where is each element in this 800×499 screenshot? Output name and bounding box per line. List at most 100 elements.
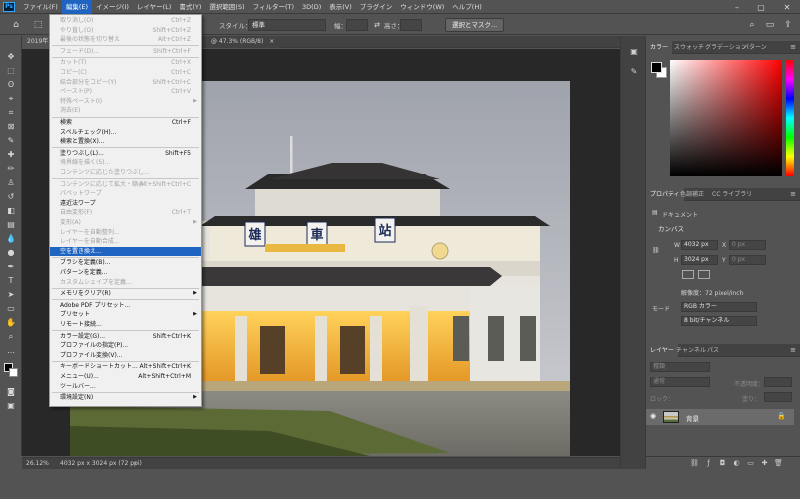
- menu-edit[interactable]: 編集(E): [61, 0, 92, 14]
- width-value-field[interactable]: 4032 px: [681, 240, 718, 250]
- edit-menu-item[interactable]: キーボードショートカット... Alt+Shift+Ctrl+K: [50, 362, 201, 372]
- canvas-section-header[interactable]: カンバス: [646, 223, 800, 235]
- tab-paths[interactable]: パス: [703, 344, 723, 357]
- edit-menu-item[interactable]: 検索 Ctrl+F: [50, 118, 201, 128]
- menu-select[interactable]: 選択範囲(S): [205, 0, 248, 14]
- add-mask-icon[interactable]: ◘: [718, 459, 727, 468]
- edit-menu-item[interactable]: ブラシを定義(B)...: [50, 258, 201, 268]
- menu-help[interactable]: ヘルプ(H): [448, 0, 485, 14]
- blend-mode-select[interactable]: 通常: [650, 377, 710, 387]
- fill-field[interactable]: [764, 392, 792, 402]
- dodge-tool-icon[interactable]: ●: [5, 247, 17, 258]
- adjustment-layer-icon[interactable]: ◐: [732, 459, 741, 468]
- history-panel-icon[interactable]: ▣: [628, 46, 640, 58]
- adjustments-panel-icon[interactable]: ✎: [628, 66, 640, 78]
- tab-patterns[interactable]: パターン: [739, 41, 771, 54]
- screen-mode-icon[interactable]: ▣: [5, 400, 17, 411]
- marquee-tool-icon[interactable]: ⬚: [5, 65, 17, 76]
- visibility-eye-icon[interactable]: ◉: [650, 412, 656, 420]
- edit-menu-item[interactable]: 空を置き換え...: [50, 246, 201, 257]
- document-tab-info[interactable]: @ 47.3% (RGB/8) ×: [206, 36, 280, 48]
- eraser-tool-icon[interactable]: ◧: [5, 205, 17, 216]
- edit-menu-item[interactable]: パターンを定義...: [50, 268, 201, 278]
- layer-style-icon[interactable]: ƒ: [704, 459, 713, 468]
- opacity-field[interactable]: [764, 377, 792, 387]
- mode-select[interactable]: RGB カラー: [681, 302, 757, 312]
- status-menu-arrow-icon[interactable]: ›: [134, 459, 137, 467]
- height-field[interactable]: [400, 19, 422, 31]
- layers-menu-icon[interactable]: ≡: [790, 346, 796, 354]
- path-selection-tool-icon[interactable]: ➤: [5, 289, 17, 300]
- height-value-field[interactable]: 3024 px: [681, 255, 718, 265]
- properties-menu-icon[interactable]: ≡: [790, 190, 796, 198]
- edit-menu-item[interactable]: Adobe PDF プリセット...: [50, 301, 201, 311]
- share-icon[interactable]: ⇪: [782, 19, 794, 31]
- maximize-icon[interactable]: ▢: [750, 0, 772, 14]
- select-and-mask-button[interactable]: 選択とマスク...: [445, 18, 505, 32]
- move-tool-icon[interactable]: ✥: [5, 51, 17, 62]
- portrait-orientation-icon[interactable]: [682, 270, 694, 279]
- type-tool-icon[interactable]: T: [5, 275, 17, 286]
- edit-menu-item[interactable]: リモート接続...: [50, 320, 201, 330]
- width-field[interactable]: [346, 19, 368, 31]
- y-value-field[interactable]: 0 px: [729, 255, 766, 265]
- layer-row-background[interactable]: ◉ 背景 🔒: [646, 409, 794, 425]
- color-field[interactable]: [670, 60, 782, 176]
- edit-menu-item[interactable]: 環境設定(N) ▶: [50, 393, 201, 403]
- lasso-tool-icon[interactable]: ʘ: [5, 79, 17, 90]
- background-color-swatch[interactable]: [9, 368, 18, 377]
- swap-icon[interactable]: ⇄: [371, 19, 383, 31]
- eyedropper-tool-icon[interactable]: ✎: [5, 135, 17, 146]
- color-panel-foreground-swatch[interactable]: [651, 62, 662, 73]
- tab-close-icon[interactable]: ×: [269, 38, 274, 45]
- menu-file[interactable]: ファイル(F): [19, 0, 62, 14]
- tab-cc-libraries[interactable]: CC ライブラリ: [708, 188, 756, 201]
- more-tools-icon[interactable]: …: [5, 345, 17, 356]
- frame-tool-icon[interactable]: ⊠: [5, 121, 17, 132]
- menu-layer[interactable]: レイヤー(L): [133, 0, 176, 14]
- edit-menu-item[interactable]: ツールバー...: [50, 382, 201, 392]
- bit-depth-select[interactable]: 8 bit/チャンネル: [681, 316, 757, 326]
- hand-tool-icon[interactable]: ✋: [5, 317, 17, 328]
- history-brush-tool-icon[interactable]: ↺: [5, 191, 17, 202]
- edit-menu-item[interactable]: プロファイル変換(V)...: [50, 351, 201, 361]
- menu-image[interactable]: イメージ(I): [92, 0, 133, 14]
- delete-layer-icon[interactable]: 🗑: [774, 459, 783, 468]
- new-group-icon[interactable]: ▭: [746, 459, 755, 468]
- menu-filter[interactable]: フィルター(T): [249, 0, 298, 14]
- brush-tool-icon[interactable]: ✏: [5, 163, 17, 174]
- new-layer-icon[interactable]: ✚: [760, 459, 769, 468]
- close-icon[interactable]: ✕: [776, 0, 798, 14]
- link-layers-icon[interactable]: ⛓: [690, 459, 699, 468]
- blur-tool-icon[interactable]: 💧: [5, 233, 17, 244]
- menu-plugins[interactable]: プラグイン: [356, 0, 397, 14]
- tab-color[interactable]: カラー: [646, 41, 673, 54]
- edit-menu-item[interactable]: スペルチェック(H)...: [50, 128, 201, 138]
- hue-slider[interactable]: [786, 60, 794, 176]
- healing-brush-tool-icon[interactable]: ✚: [5, 149, 17, 160]
- search-icon[interactable]: ⌕: [746, 19, 758, 31]
- menu-view[interactable]: 表示(V): [325, 0, 356, 14]
- edit-menu-item[interactable]: カラー設定(G)... Shift+Ctrl+K: [50, 332, 201, 342]
- home-icon[interactable]: ⌂: [10, 19, 22, 31]
- link-icon[interactable]: ⛓: [652, 247, 660, 254]
- marquee-tool-preset-icon[interactable]: ⬚: [32, 19, 44, 31]
- pen-tool-icon[interactable]: ✒: [5, 261, 17, 272]
- menu-type[interactable]: 書式(Y): [175, 0, 205, 14]
- panel-menu-icon[interactable]: ≡: [790, 43, 796, 51]
- zoom-tool-icon[interactable]: ⌕: [5, 331, 17, 342]
- layer-filter-select[interactable]: 種類: [650, 362, 710, 372]
- edit-menu-item[interactable]: 遠近法ワープ: [50, 199, 201, 209]
- landscape-orientation-icon[interactable]: [698, 270, 710, 279]
- tab-adjustments[interactable]: 色調補正: [676, 188, 708, 201]
- edit-menu-item[interactable]: 検索と置換(X)...: [50, 137, 201, 147]
- edit-menu-item[interactable]: プロファイルの指定(P)...: [50, 341, 201, 351]
- x-value-field[interactable]: 0 px: [729, 240, 766, 250]
- clone-stamp-tool-icon[interactable]: ♙: [5, 177, 17, 188]
- edit-menu-item[interactable]: メモリをクリア(R) ▶: [50, 289, 201, 299]
- minimize-icon[interactable]: –: [726, 0, 748, 14]
- rectangle-tool-icon[interactable]: ▭: [5, 303, 17, 314]
- layer-lock-icon[interactable]: 🔒: [777, 412, 786, 420]
- edit-menu-item[interactable]: プリセット ▶: [50, 310, 201, 320]
- zoom-level[interactable]: 26.12%: [26, 460, 49, 467]
